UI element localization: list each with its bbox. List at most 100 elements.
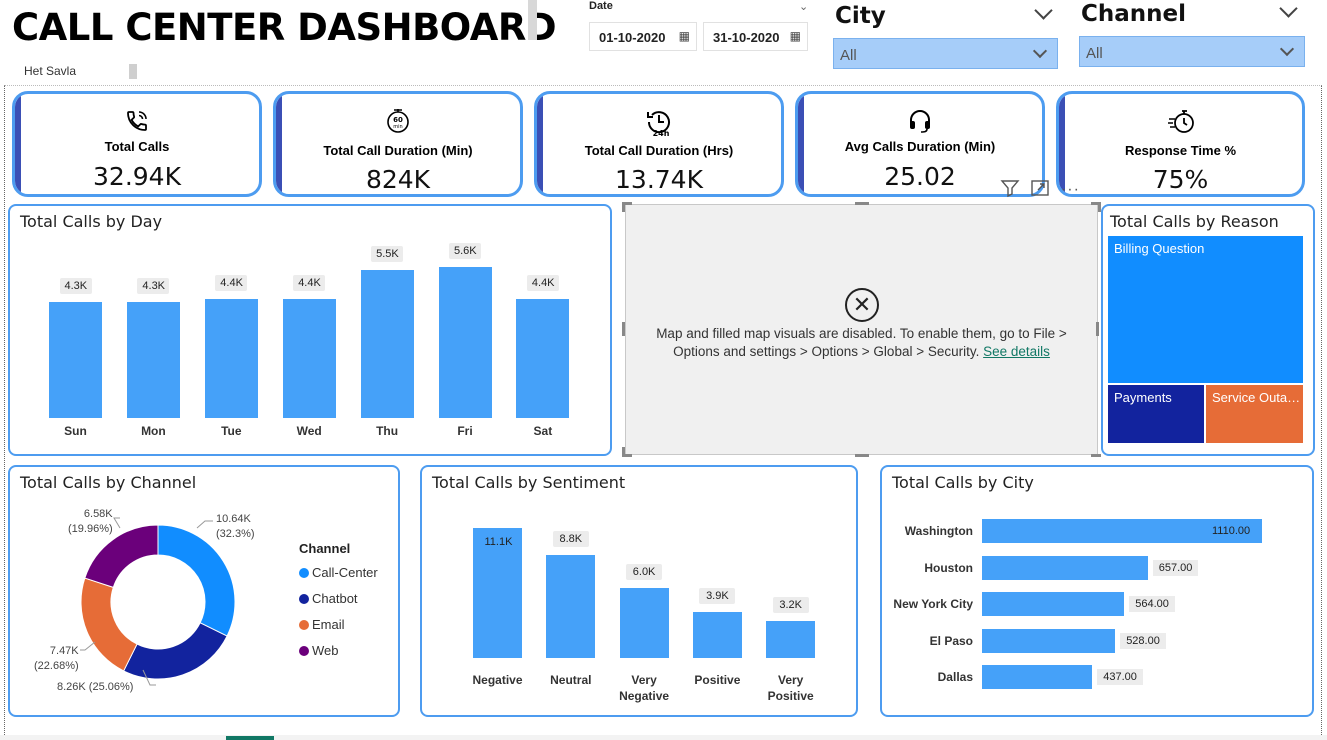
kpi-label: Total Call Duration (Hrs) <box>584 143 734 158</box>
kpi-label: Response Time % <box>1124 143 1237 158</box>
more-options-icon[interactable]: ··· <box>1061 181 1080 198</box>
kpi-value: 824K <box>365 165 431 194</box>
channel-slicer-collapse-icon[interactable] <box>1279 0 1298 18</box>
date-slicer-chevron-icon[interactable]: ⌄ <box>799 0 808 13</box>
kpi-card-total-call-duration-min[interactable]: 60 min Total Call Duration (Min) 824K <box>273 91 523 197</box>
day-axis-label: Fri <box>457 424 473 438</box>
sentiment-axis-label: Negative <box>472 673 523 687</box>
day-data-label: 5.6K <box>449 243 481 259</box>
city-data-label: 1110.00 <box>1212 525 1251 537</box>
city-data-label: 437.00 <box>1097 669 1143 685</box>
focus-mode-icon[interactable] <box>1030 180 1054 202</box>
day-bar[interactable] <box>49 302 102 418</box>
stopwatch-fast-icon <box>1059 107 1302 140</box>
day-data-label: 4.3K <box>59 278 92 295</box>
resize-handle[interactable] <box>855 454 869 457</box>
svg-text:24h: 24h <box>653 129 670 137</box>
sentiment-bar[interactable] <box>546 554 596 658</box>
day-data-label: 4.4K <box>215 275 248 292</box>
day-bar[interactable] <box>438 267 492 418</box>
see-details-link[interactable]: See details <box>983 344 1050 359</box>
treemap-tile-service-outage[interactable]: Service Outa… <box>1206 385 1303 443</box>
day-bar[interactable] <box>516 299 570 418</box>
day-bar[interactable] <box>204 299 258 418</box>
clock-24h-icon: 24h <box>537 107 781 142</box>
author-divider <box>129 64 137 79</box>
error-circle-icon: ✕ <box>845 288 879 322</box>
donut-data-label: 6.58K (19.96%) <box>68 508 113 535</box>
chart-title: Total Calls by Channel <box>20 473 197 492</box>
legend-item-call-center[interactable]: Call-Center <box>299 565 378 580</box>
date-start-value: 01-10-2020 <box>599 30 666 45</box>
calendar-icon[interactable]: ▦ <box>679 29 690 43</box>
channel-dropdown[interactable]: All <box>1079 36 1305 67</box>
resize-handle[interactable] <box>622 322 625 336</box>
resize-handle[interactable] <box>1096 322 1099 336</box>
day-axis-label: Sat <box>533 424 553 438</box>
donut-data-label: 7.47K (22.68%) <box>34 645 79 672</box>
day-data-label: 4.4K <box>526 275 559 292</box>
legend-dot-icon <box>299 620 309 630</box>
active-page-tab[interactable] <box>226 736 274 740</box>
legend-item-email[interactable]: Email <box>299 617 345 632</box>
legend-item-web[interactable]: Web <box>299 643 339 658</box>
svg-text:60: 60 <box>393 116 403 124</box>
treemap-tile-payments[interactable]: Payments <box>1108 385 1204 443</box>
sentiment-axis-label: Positive <box>694 673 741 687</box>
sentiment-data-label: 11.1K <box>484 536 513 548</box>
headset-icon <box>798 108 1042 139</box>
date-end-input[interactable]: 31-10-2020 ▦ <box>703 22 808 51</box>
chart-title: Total Calls by Sentiment <box>432 473 626 492</box>
legend-item-chatbot[interactable]: Chatbot <box>299 591 358 606</box>
author-name: Het Savla <box>24 64 77 78</box>
kpi-value: 75% <box>1152 165 1209 194</box>
resize-handle[interactable] <box>855 202 869 205</box>
day-bar[interactable] <box>360 269 414 418</box>
kpi-label: Total Calls <box>104 139 170 154</box>
city-slicer-collapse-icon[interactable] <box>1034 1 1053 20</box>
city-axis-label: New York City <box>893 597 973 611</box>
city-bar[interactable] <box>982 628 1116 653</box>
chevron-down-icon <box>1279 41 1295 57</box>
donut-data-label: 10.64K (32.3%) <box>216 513 255 540</box>
calendar-icon[interactable]: ▦ <box>790 29 801 43</box>
visual-header-toolbar: ··· <box>1000 178 1080 203</box>
day-axis-label: Tue <box>221 424 242 438</box>
sentiment-bar[interactable] <box>619 587 669 658</box>
resize-handle[interactable] <box>622 447 625 457</box>
sentiment-data-label: 3.9K <box>699 588 736 605</box>
city-data-label: 528.00 <box>1120 632 1166 649</box>
treemap-tile-billing-question[interactable]: Billing Question <box>1108 236 1303 383</box>
filter-icon[interactable] <box>1000 180 1024 202</box>
city-dropdown[interactable]: All <box>833 38 1058 69</box>
date-start-input[interactable]: 01-10-2020 ▦ <box>589 22 697 51</box>
legend-label: Email <box>312 617 345 632</box>
legend-label: Call-Center <box>312 565 378 580</box>
day-axis-label: Sun <box>64 424 87 438</box>
city-bar[interactable] <box>982 592 1125 616</box>
city-bar[interactable] <box>982 555 1148 580</box>
city-axis-label: Washington <box>904 524 973 538</box>
kpi-card-total-calls[interactable]: Total Calls 32.94K <box>12 91 262 197</box>
city-bar[interactable] <box>982 665 1093 689</box>
legend-dot-icon <box>299 594 309 604</box>
kpi-label: Avg Calls Duration (Min) <box>844 139 996 154</box>
day-bar[interactable] <box>126 302 180 418</box>
resize-handle[interactable] <box>622 202 625 212</box>
page-title: CALL CENTER DASHBOARD <box>12 6 557 49</box>
city-data-label: 657.00 <box>1152 559 1199 576</box>
sentiment-bar[interactable] <box>692 612 742 658</box>
day-data-label: 5.5K <box>371 245 404 262</box>
kpi-card-total-call-duration-hrs[interactable]: 24h Total Call Duration (Hrs) 13.74K <box>534 91 784 197</box>
map-visual-disabled[interactable]: ✕ Map and filled map visuals are disable… <box>625 204 1098 455</box>
legend-dot-icon <box>299 646 309 656</box>
sentiment-axis-label: Very Negative <box>619 673 670 703</box>
channel-dropdown-value: All <box>1086 45 1103 62</box>
resize-handle[interactable] <box>1091 454 1101 457</box>
kpi-card-response-time[interactable]: Response Time % 75% <box>1056 91 1305 197</box>
sentiment-bar[interactable] <box>766 620 816 658</box>
phone-ringing-icon <box>15 109 259 138</box>
day-bar[interactable] <box>282 299 336 418</box>
channel-slicer-title: Channel <box>1081 1 1187 27</box>
legend-label: Chatbot <box>312 591 358 606</box>
